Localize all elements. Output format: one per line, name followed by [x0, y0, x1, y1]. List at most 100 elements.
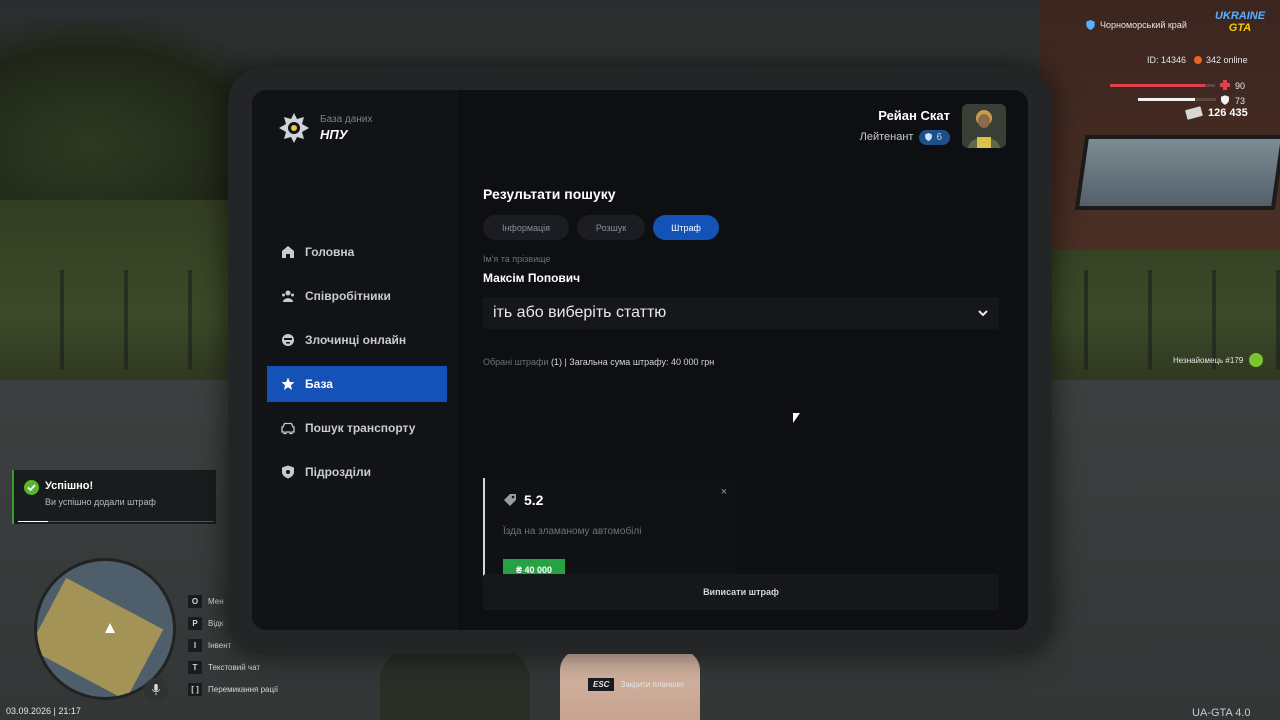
name-label: Ім'я та прізвище	[483, 254, 551, 264]
sidebar-item-label: Злочинці онлайн	[305, 333, 407, 347]
fine-code-row: 5.2	[503, 492, 543, 508]
logo-bottom: GTA	[1228, 22, 1252, 34]
remove-fine-button[interactable]: ×	[721, 486, 727, 498]
key-hint: [ ] Перемикання рації	[188, 678, 278, 700]
avatar	[962, 104, 1006, 148]
online-count: 342 online	[1206, 55, 1248, 65]
npc-voice-icon	[1249, 353, 1264, 367]
notification-title: Успішно!	[45, 480, 94, 492]
money-icon	[1185, 106, 1203, 120]
esc-hint[interactable]: ESC Закрити планшет	[588, 678, 685, 691]
key-cap: [ ]	[188, 682, 202, 696]
sidebar-item-label: Пошук транспорту	[305, 421, 416, 435]
npu-logo: База даних НПУ	[278, 112, 372, 144]
money-value: 126 435	[1208, 107, 1248, 119]
criminal-icon	[282, 334, 294, 346]
health-value: 90	[1235, 81, 1246, 91]
tab-2[interactable]: Штраф	[653, 215, 719, 240]
online-dot-icon	[1194, 56, 1203, 64]
npc-label: Незнайомець #179	[1173, 353, 1264, 367]
npc-name: Незнайомець #179	[1173, 355, 1244, 365]
police-tablet: База даних НПУ Головна Співробітники Злочи…	[228, 68, 1052, 654]
tag-icon	[504, 494, 516, 506]
check-icon	[24, 480, 39, 495]
notification-text: Ви успішно додали штраф	[45, 497, 156, 507]
sidebar-nav: Головна Співробітники Злочинці онлайн База П…	[267, 234, 447, 498]
summary-total: (1) | Загальна сума штрафу: 40 000 грн	[550, 357, 715, 367]
armor-bar-fill	[1138, 98, 1195, 101]
region-shield-icon	[1086, 20, 1095, 30]
house-window	[1074, 135, 1280, 210]
article-select[interactable]: іть або виберіть статтю	[483, 297, 999, 329]
server-logo: UKRAINE GTA	[1212, 10, 1268, 38]
key-cap: I	[188, 638, 202, 652]
money-display: 126 435	[1185, 106, 1248, 120]
sidebar-item-users[interactable]: Співробітники	[267, 278, 447, 314]
key-hint: T Текстовий чат	[188, 656, 278, 678]
microphone-icon	[144, 678, 168, 702]
key-label: Інвент	[208, 640, 232, 650]
date-time: 03.09.2026 | 21:17	[6, 706, 81, 716]
mouse-cursor-icon	[793, 413, 800, 423]
shield-icon	[282, 465, 294, 479]
users-icon	[282, 290, 294, 302]
user-rank-row: Лейтенант 6	[859, 129, 950, 145]
rank-badge: 6	[919, 129, 950, 145]
sidebar-item-label: Головна	[305, 245, 355, 259]
name-value: Максім Попович	[483, 271, 581, 285]
health-bar-fill	[1110, 84, 1205, 87]
search-results: Результати пошуку Інформація Розшук Штраф …	[483, 186, 999, 595]
region-name: Чорноморський край	[1100, 20, 1187, 30]
user-rank: Лейтенант	[859, 131, 914, 143]
summary-prefix: Обрані штрафи	[483, 357, 549, 367]
home-icon	[282, 246, 294, 258]
esc-key: ESC	[588, 678, 615, 691]
key-cap: O	[188, 594, 202, 608]
sidebar-item-label: Підрозділи	[305, 465, 371, 479]
character-left	[380, 650, 530, 720]
fine-code: 5.2	[524, 492, 544, 508]
armor-value: 73	[1235, 96, 1246, 106]
notification-progress	[18, 521, 214, 522]
logo-subtitle: База даних	[320, 114, 373, 125]
key-cap: T	[188, 660, 202, 674]
health-bar	[1110, 84, 1215, 87]
logo-title: НПУ	[320, 127, 348, 142]
sidebar-item-home[interactable]: Головна	[267, 234, 447, 270]
key-label: Текстовий чат	[208, 662, 261, 672]
key-label: Мен	[208, 596, 224, 606]
user-name: Рейан Скат	[878, 107, 950, 123]
key-cap: P	[188, 616, 202, 630]
tablet-screen: База даних НПУ Головна Співробітники Злочи…	[252, 90, 1028, 630]
game-version: UA-GTA 4.0	[1192, 707, 1251, 719]
sidebar-item-criminal[interactable]: Злочинці онлайн	[267, 322, 447, 358]
logo-top: UKRAINE	[1214, 10, 1266, 22]
rank-shield-icon	[925, 133, 933, 141]
result-tabs: Інформація Розшук Штраф	[483, 215, 999, 240]
fine-description: Їзда на зламаному автомобілі	[503, 526, 642, 537]
success-notification: Успішно! Ви успішно додали штраф	[12, 470, 216, 524]
car-icon	[281, 422, 295, 435]
sidebar-item-star[interactable]: База	[267, 366, 447, 402]
sidebar-item-label: База	[305, 377, 333, 391]
hud-id-row: ID: 14346 342 online	[1147, 55, 1248, 65]
chevron-down-icon	[978, 310, 988, 317]
tab-0[interactable]: Інформація	[483, 215, 569, 240]
police-star-icon	[279, 113, 309, 143]
rank-level: 6	[936, 131, 942, 143]
article-select-text: іть або виберіть статтю	[493, 304, 667, 321]
player-id: ID: 14346	[1147, 55, 1187, 65]
armor-bar	[1138, 98, 1216, 101]
armor-shield-icon	[1221, 95, 1229, 105]
sidebar-item-car[interactable]: Пошук транспорту	[267, 410, 447, 446]
sidebar-item-label: Співробітники	[305, 289, 391, 303]
sidebar-item-shield[interactable]: Підрозділи	[267, 454, 447, 490]
esc-label: Закрити планшет	[620, 680, 685, 689]
page-title: Результати пошуку	[483, 186, 616, 202]
health-plus-icon	[1220, 80, 1230, 90]
tab-1[interactable]: Розшук	[577, 215, 645, 240]
issue-fine-button[interactable]: Виписати штраф	[483, 574, 999, 610]
user-profile: Рейан Скат Лейтенант 6	[860, 104, 1006, 148]
fine-summary: Обрані штрафи (1) | Загальна сума штрафу…	[483, 357, 999, 367]
key-label: Перемикання рації	[208, 684, 279, 694]
